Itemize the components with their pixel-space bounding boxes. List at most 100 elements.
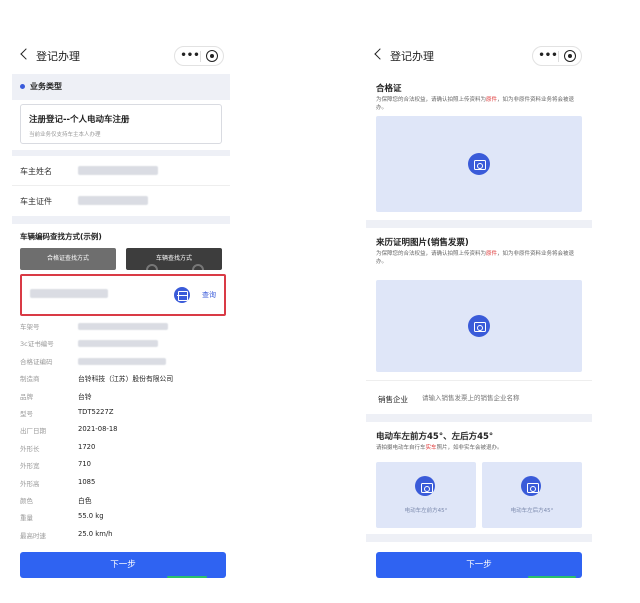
vehicle-info-row: 品牌 台铃 (20, 391, 225, 403)
scan-icon[interactable] (174, 287, 190, 303)
vehicle-info-row: 颜色 白色 (20, 495, 225, 507)
registration-type-card[interactable]: 注册登记--个人电动车注册 当前业务仅支持车主本人办理 (20, 104, 222, 144)
photo-section-title: 电动车左前方45°、左后方45° (376, 432, 494, 442)
certificate-note: 为保障您的合法权益，请确认拍照上传资料为原件，如为非原件资料业务将会被退办。 (376, 97, 575, 111)
scooter-wheel-icon (192, 264, 204, 270)
vehicle-info-label: 重量 (20, 514, 33, 523)
more-icon[interactable]: ••• (538, 48, 558, 64)
nav-bar: 登记办理 ••• (366, 38, 592, 74)
vehicle-info-label: 合格证编码 (20, 357, 53, 366)
home-indicator (528, 576, 576, 578)
vehicle-info-row: 外形宽 710 (20, 460, 225, 472)
capsule-divider (558, 51, 559, 62)
vehicle-code-input-redacted[interactable] (30, 289, 108, 298)
close-target-icon[interactable] (564, 50, 576, 62)
owner-id-row: 车主证件 (20, 196, 148, 207)
vehicle-info-value-redacted (78, 357, 166, 365)
camera-icon (468, 153, 490, 175)
spacer-band (12, 216, 230, 224)
vehicle-info-row: 外形长 1720 (20, 443, 225, 455)
owner-id-label: 车主证件 (20, 197, 52, 206)
seller-input[interactable] (422, 394, 572, 402)
vehicle-info-row: 合格证编码 (20, 356, 225, 368)
page-title: 登记办理 (390, 50, 434, 63)
certificate-lookup-example[interactable]: 合格证查找方式 (20, 248, 116, 270)
vehicle-info-value: 2021-08-18 (78, 425, 118, 434)
vehicle-info-value: 1085 (78, 477, 96, 486)
vehicle-info-label: 外形长 (20, 444, 40, 453)
left-front-photo-label: 电动车左前方45° (404, 508, 448, 514)
divider (12, 185, 230, 186)
spacer-band (366, 414, 592, 422)
capsule-divider (200, 51, 201, 62)
scooter-wheel-icon (146, 264, 158, 270)
sales-invoice-upload[interactable] (376, 280, 582, 372)
vehicle-info-label: 3c证书编号 (20, 340, 54, 349)
divider (366, 380, 592, 381)
certificate-title: 合格证 (376, 84, 402, 94)
vehicle-code-example-title: 车辆编码查找方式(示例) (20, 232, 102, 241)
owner-name-value-redacted (78, 166, 158, 175)
sales-invoice-note: 为保障您的合法权益，请确认拍照上传资料为原件，如为非原件资料业务将会被退办。 (376, 251, 575, 265)
registration-type-title: 注册登记--个人电动车注册 (29, 115, 130, 125)
vehicle-lookup-example[interactable]: 车辆查找方式 (126, 248, 222, 270)
back-arrow-icon[interactable] (20, 48, 32, 60)
vehicle-info-row: 出厂日期 2021-08-18 (20, 425, 225, 437)
vehicle-info-row: 3c证书编号 (20, 338, 225, 350)
camera-icon (468, 315, 490, 337)
camera-icon (521, 476, 541, 496)
vehicle-info-value-redacted (78, 340, 158, 348)
nav-bar: 登记办理 ••• (12, 38, 230, 74)
vehicle-info-row: 重量 55.0 kg (20, 512, 225, 524)
left-front-photo-upload[interactable]: 电动车左前方45° (376, 462, 476, 528)
right-screen: 登记办理 ••• 合格证 为保障您的合法权益，请确认拍照上传资料为原件，如为非原… (366, 38, 592, 586)
owner-name-label: 车主姓名 (20, 167, 52, 176)
spacer-band (12, 150, 230, 156)
close-target-icon[interactable] (206, 50, 218, 62)
spacer-band (366, 220, 592, 228)
vehicle-info-row: 外形高 1085 (20, 478, 225, 490)
registration-type-subtitle: 当前业务仅支持车主本人办理 (29, 132, 101, 138)
vehicle-info-value: TDT5227Z (78, 408, 114, 416)
vehicle-info-label: 外形高 (20, 479, 40, 488)
back-arrow-icon[interactable] (374, 48, 386, 60)
business-type-label: 业务类型 (30, 82, 62, 91)
more-icon[interactable]: ••• (180, 48, 200, 64)
vehicle-info-label: 型号 (20, 410, 33, 418)
next-step-button[interactable]: 下一步 (20, 552, 226, 578)
vehicle-info-label: 最高时速 (20, 531, 46, 540)
vehicle-info-value: 台铃 (78, 392, 92, 401)
vehicle-info-label: 颜色 (20, 497, 33, 505)
sales-invoice-title: 来历证明图片(销售发票) (376, 238, 469, 248)
vehicle-info-value: 710 (78, 460, 91, 469)
left-rear-photo-label: 电动车左后方45° (510, 508, 554, 514)
next-step-button[interactable]: 下一步 (376, 552, 582, 578)
certificate-upload[interactable] (376, 116, 582, 212)
home-indicator (167, 576, 207, 578)
business-type-heading: 业务类型 (20, 78, 62, 96)
spacer-band (366, 534, 592, 542)
mini-program-capsule: ••• (532, 46, 582, 66)
seller-label: 销售企业 (378, 395, 408, 404)
vehicle-info-row: 最高时速 25.0 km/h (20, 530, 225, 542)
vehicle-info-value-redacted (78, 323, 168, 330)
vehicle-info-label: 出厂日期 (20, 427, 46, 436)
vehicle-info-row: 车架号 (20, 321, 225, 333)
vehicle-info-row: 制造商 台铃科技（江苏）股份有限公司 (20, 373, 225, 385)
owner-id-value-redacted (78, 196, 148, 205)
left-rear-photo-upload[interactable]: 电动车左后方45° (482, 462, 582, 528)
vehicle-info-label: 外形宽 (20, 462, 40, 471)
mini-program-capsule: ••• (174, 46, 224, 66)
vehicle-info-label: 制造商 (20, 375, 40, 384)
vehicle-info-value: 25.0 km/h (78, 529, 113, 538)
camera-icon (415, 476, 435, 496)
vehicle-info-value: 1720 (78, 442, 96, 451)
left-screen: 登记办理 ••• 业务类型 注册登记--个人电动车注册 当前业务仅支持车主本人办… (12, 38, 230, 586)
vehicle-info-value: 55.0 kg (78, 512, 104, 521)
page-title: 登记办理 (36, 50, 80, 63)
vehicle-info-label: 品牌 (20, 392, 33, 401)
vehicle-info-value: 台铃科技（江苏）股份有限公司 (78, 375, 174, 384)
photo-section-note: 请拍摄电动车自行车实车照片，如非实车会被退办。 (376, 445, 503, 451)
query-button[interactable]: 查询 (202, 290, 216, 300)
owner-name-row: 车主姓名 (20, 166, 158, 177)
